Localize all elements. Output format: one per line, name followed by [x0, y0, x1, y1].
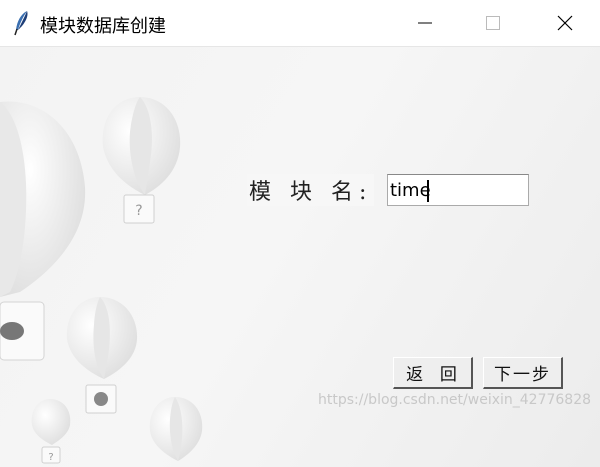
maximize-button[interactable] [458, 0, 528, 46]
close-icon [557, 15, 573, 31]
next-button[interactable]: 下一步 [483, 357, 563, 389]
watermark-text: https://blog.csdn.net/weixin_42776828 [318, 392, 592, 408]
svg-text:?: ? [135, 203, 142, 219]
window-title: 模块数据库创建 [40, 16, 166, 37]
text-caret [427, 180, 429, 202]
svg-text:?: ? [48, 452, 53, 463]
feather-icon [14, 11, 28, 36]
close-button[interactable] [530, 0, 600, 46]
app-window: 模块数据库创建 ? ? 模 块 名: time 返 回 下一步 https://… [0, 0, 600, 467]
maximize-icon [486, 16, 500, 30]
module-name-label: 模 块 名: [247, 174, 375, 206]
minimize-icon [418, 22, 432, 24]
minimize-button[interactable] [390, 0, 460, 46]
back-button[interactable]: 返 回 [393, 357, 473, 389]
module-name-input[interactable] [387, 174, 529, 206]
title-bar[interactable]: 模块数据库创建 [0, 0, 600, 47]
